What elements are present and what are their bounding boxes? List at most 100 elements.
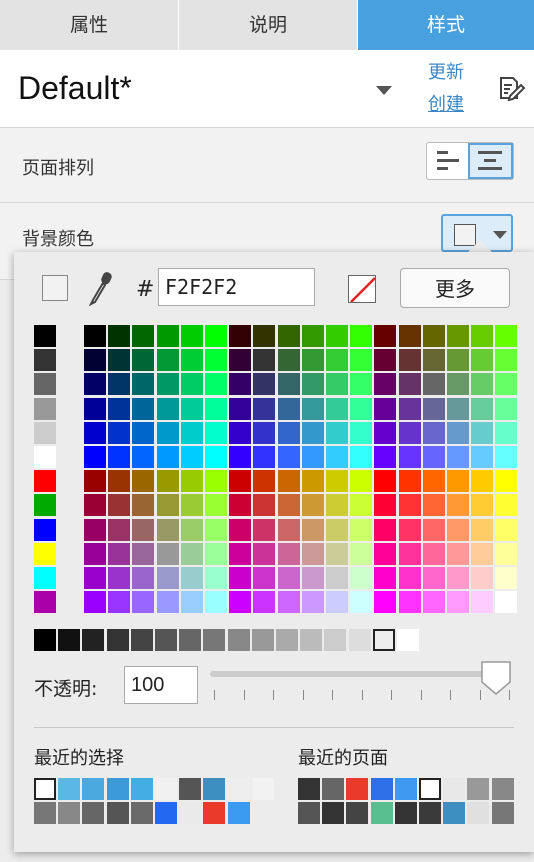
color-swatch[interactable]	[422, 542, 445, 565]
color-swatch[interactable]	[422, 325, 445, 347]
color-swatch[interactable]	[495, 421, 518, 444]
color-swatch[interactable]	[277, 373, 300, 396]
color-swatch[interactable]	[132, 494, 155, 517]
color-swatch[interactable]	[471, 325, 494, 347]
color-swatch[interactable]	[495, 591, 518, 614]
color-swatch[interactable]	[229, 349, 252, 372]
color-swatch[interactable]	[205, 591, 227, 614]
color-swatch[interactable]	[277, 325, 300, 347]
recent-page-color-swatch[interactable]	[322, 802, 345, 824]
color-swatch[interactable]	[422, 470, 445, 493]
color-swatch[interactable]	[326, 349, 348, 372]
color-swatch[interactable]	[471, 397, 494, 420]
color-swatch[interactable]	[253, 494, 276, 517]
color-swatch[interactable]	[326, 518, 348, 541]
color-swatch[interactable]	[34, 446, 56, 468]
color-swatch[interactable]	[277, 542, 300, 565]
opacity-input[interactable]	[124, 666, 198, 704]
color-swatch[interactable]	[447, 518, 469, 541]
color-swatch[interactable]	[132, 542, 155, 565]
color-swatch[interactable]	[156, 542, 179, 565]
color-swatch[interactable]	[301, 470, 324, 493]
opacity-slider-thumb[interactable]	[480, 660, 512, 696]
color-swatch[interactable]	[326, 542, 348, 565]
color-swatch[interactable]	[301, 542, 324, 565]
tab-properties[interactable]: 属性	[0, 0, 179, 50]
color-swatch[interactable]	[205, 349, 227, 372]
recent-page-color-swatch[interactable]	[491, 802, 514, 824]
color-swatch[interactable]	[471, 518, 494, 541]
recent-page-color-swatch[interactable]	[419, 778, 441, 800]
color-swatch[interactable]	[34, 494, 56, 517]
color-swatch[interactable]	[205, 470, 227, 493]
color-swatch[interactable]	[471, 494, 494, 517]
recent-color-swatch[interactable]	[155, 778, 177, 800]
color-swatch[interactable]	[277, 349, 300, 372]
color-swatch[interactable]	[132, 325, 155, 347]
color-swatch[interactable]	[374, 373, 397, 396]
recent-page-color-swatch[interactable]	[298, 778, 320, 800]
color-swatch[interactable]	[398, 397, 421, 420]
color-swatch[interactable]	[180, 542, 203, 565]
color-swatch[interactable]	[205, 567, 227, 589]
color-swatch[interactable]	[132, 421, 155, 444]
color-swatch[interactable]	[84, 542, 106, 565]
color-swatch[interactable]	[374, 542, 397, 565]
color-swatch[interactable]	[471, 373, 494, 396]
color-swatch[interactable]	[205, 494, 227, 517]
recent-page-color-swatch[interactable]	[467, 802, 490, 824]
recent-page-color-swatch[interactable]	[491, 778, 514, 800]
recent-page-color-swatch[interactable]	[443, 802, 466, 824]
color-swatch[interactable]	[422, 518, 445, 541]
color-swatch[interactable]	[301, 373, 324, 396]
color-swatch[interactable]	[34, 629, 56, 651]
color-swatch[interactable]	[84, 373, 106, 396]
recent-color-swatch[interactable]	[179, 802, 202, 824]
color-swatch[interactable]	[398, 421, 421, 444]
color-swatch[interactable]	[301, 349, 324, 372]
color-swatch[interactable]	[229, 591, 252, 614]
color-swatch[interactable]	[229, 373, 252, 396]
color-swatch[interactable]	[180, 397, 203, 420]
color-swatch[interactable]	[108, 470, 131, 493]
color-swatch[interactable]	[84, 349, 106, 372]
color-swatch[interactable]	[34, 542, 56, 565]
color-swatch[interactable]	[422, 567, 445, 589]
color-swatch[interactable]	[372, 629, 395, 651]
color-swatch[interactable]	[350, 494, 373, 517]
color-swatch[interactable]	[156, 470, 179, 493]
color-swatch[interactable]	[156, 349, 179, 372]
color-swatch[interactable]	[374, 325, 397, 347]
color-swatch[interactable]	[447, 325, 469, 347]
color-swatch[interactable]	[156, 373, 179, 396]
color-swatch[interactable]	[108, 518, 131, 541]
color-swatch[interactable]	[495, 349, 518, 372]
color-swatch[interactable]	[422, 397, 445, 420]
color-swatch[interactable]	[326, 397, 348, 420]
color-swatch[interactable]	[84, 446, 106, 468]
align-center-button[interactable]	[468, 143, 513, 179]
color-swatch[interactable]	[350, 542, 373, 565]
tab-notes[interactable]: 说明	[179, 0, 358, 50]
color-swatch[interactable]	[301, 591, 324, 614]
recent-page-color-swatch[interactable]	[443, 778, 466, 800]
color-swatch[interactable]	[301, 446, 324, 468]
color-swatch[interactable]	[84, 567, 106, 589]
color-swatch[interactable]	[495, 373, 518, 396]
color-swatch[interactable]	[34, 567, 56, 589]
color-swatch[interactable]	[180, 373, 203, 396]
color-swatch[interactable]	[180, 470, 203, 493]
color-swatch[interactable]	[108, 591, 131, 614]
color-swatch[interactable]	[156, 591, 179, 614]
color-swatch[interactable]	[253, 421, 276, 444]
color-swatch[interactable]	[398, 325, 421, 347]
color-swatch[interactable]	[205, 542, 227, 565]
color-swatch[interactable]	[132, 567, 155, 589]
chevron-down-icon[interactable]	[376, 86, 392, 95]
color-swatch[interactable]	[277, 591, 300, 614]
color-swatch[interactable]	[229, 542, 252, 565]
color-swatch[interactable]	[447, 397, 469, 420]
color-swatch[interactable]	[132, 446, 155, 468]
color-swatch[interactable]	[326, 470, 348, 493]
color-swatch[interactable]	[84, 470, 106, 493]
